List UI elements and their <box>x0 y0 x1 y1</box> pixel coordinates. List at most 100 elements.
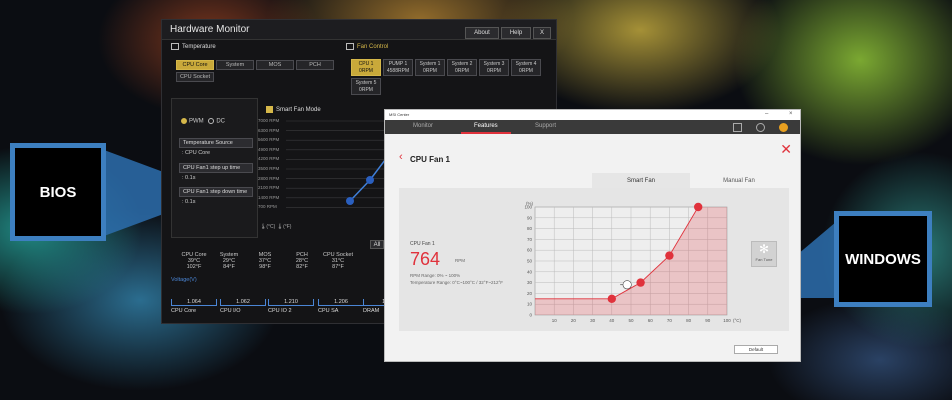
chart-y-tick: 50 <box>527 259 533 264</box>
fan-button-rpm: 0RPM <box>359 68 373 74</box>
sensor-cpu-socket[interactable]: CPU Socket <box>176 72 214 82</box>
chart-y-axis-label: (%) <box>526 201 533 206</box>
windows-label: WINDOWS <box>834 211 932 307</box>
chart-y-tick: 60 <box>527 248 533 253</box>
step-up-button[interactable]: CPU Fan1 step up time <box>179 163 253 173</box>
pwm-label: PWM <box>189 118 204 125</box>
user-avatar-icon[interactable] <box>779 123 788 132</box>
fan-button[interactable]: CPU 1 0RPM <box>351 59 381 76</box>
close-page-icon[interactable]: ✕ <box>780 141 792 158</box>
chart-x-tick: 40 <box>609 318 615 323</box>
nav-monitor[interactable]: Monitor <box>413 123 433 129</box>
tab-smart-fan[interactable]: Smart Fan <box>592 173 690 188</box>
nav-features[interactable]: Features <box>474 123 498 129</box>
reading-f: 87°F <box>332 264 344 270</box>
smart-fan-mode-option[interactable]: Smart Fan Mode <box>266 106 321 113</box>
fan-button-name: PUMP 1 <box>388 61 408 67</box>
fan-icon: ✻ <box>758 242 770 256</box>
voltage-label: Voltage(V) <box>171 277 197 283</box>
sensor-mos[interactable]: MOS <box>256 60 294 70</box>
chart-x-tick: 60 <box>648 318 654 323</box>
fan-button[interactable]: System 1 0RPM <box>415 59 445 76</box>
range-info: RPM Range: 0% ~ 100% Temperature Range: … <box>410 272 503 286</box>
all-button[interactable]: All <box>370 240 384 249</box>
dc-label: DC <box>216 118 226 125</box>
reading-f: 82°F <box>296 264 308 270</box>
reading-f: 84°F <box>223 264 235 270</box>
chart-y-tick: 10 <box>527 302 533 307</box>
fan-button-rpm: 0RPM <box>455 68 469 74</box>
fan-button[interactable]: System 4 0RPM <box>511 59 541 76</box>
chart-x-tick: 20 <box>571 318 577 323</box>
close-window-icon[interactable]: × <box>789 111 793 117</box>
chart-x-tick: 30 <box>590 318 596 323</box>
chart-y-tick: 30 <box>527 280 533 285</box>
temperature-range: Temperature Range: 0°C~100°C / 32°F~212°… <box>410 280 503 285</box>
temperature-reading: MOS 37°C 98°F <box>249 252 281 270</box>
sensor-cpu-core[interactable]: CPU Core <box>176 60 214 70</box>
graph-unit-toggle[interactable]: 🌡(°C) 🌡(°F) <box>260 224 291 230</box>
chart-control-point[interactable] <box>694 202 703 212</box>
bios-curve-point[interactable] <box>366 176 374 184</box>
msi-center-window: MSI Center – × Monitor Features Support … <box>384 109 801 362</box>
temperature-reading: System 29°C 84°F <box>213 252 245 270</box>
chart-x-tick: 50 <box>628 318 634 323</box>
bios-curve-point[interactable] <box>346 197 354 205</box>
bios-fan-curve-svg <box>286 120 388 208</box>
minimize-icon[interactable]: – <box>765 111 768 117</box>
step-down-button[interactable]: CPU Fan1 step down time <box>179 187 253 197</box>
default-button[interactable]: Default <box>734 345 778 354</box>
msi-titlebar: MSI Center – × <box>385 110 800 120</box>
back-chevron-icon[interactable]: ‹ <box>399 151 403 163</box>
sensor-system[interactable]: System <box>216 60 254 70</box>
voltage-reading: 1.206 CPU SA <box>318 299 364 314</box>
grid-icon[interactable] <box>733 123 742 132</box>
voltage-reading: 1.062 CPU I/O <box>220 299 266 314</box>
tab-manual-fan[interactable]: Manual Fan <box>690 173 788 188</box>
chart-control-point[interactable] <box>607 294 616 303</box>
temperature-source-button[interactable]: Temperature Source <box>179 138 253 148</box>
step-down-setting: CPU Fan1 step down time : 0.1s <box>179 187 253 207</box>
dc-radio[interactable] <box>208 118 215 124</box>
step-down-value: : 0.1s <box>182 199 196 205</box>
fan-button-name: System 4 <box>515 61 537 67</box>
chart-y-tick: 90 <box>527 215 533 220</box>
help-button[interactable]: Help <box>501 27 531 39</box>
fan-curve-chart: 10 20 30 40 50 60 70 80 90 100 0 10 20 30 40 50 60 70 80 90… <box>524 201 741 323</box>
about-button[interactable]: About <box>465 27 499 39</box>
fan-button[interactable]: System 3 0RPM <box>479 59 509 76</box>
reading-f: 98°F <box>259 264 271 270</box>
chart-control-point[interactable] <box>636 278 645 287</box>
chart-y-tick: 0 <box>529 313 532 318</box>
voltage-name: CPU IO 2 <box>268 308 292 314</box>
fan-button-rpm: 4588RPM <box>386 68 410 74</box>
voltage-reading: 1.210 CPU IO 2 <box>268 299 314 314</box>
fan-button-name: CPU 1 <box>358 61 374 67</box>
close-button[interactable]: X <box>533 27 551 39</box>
fan-button[interactable]: System 2 0RPM <box>447 59 477 76</box>
chart-x-tick: 10 <box>552 318 558 323</box>
windows-connector <box>800 222 836 298</box>
chart-control-point[interactable] <box>665 251 674 260</box>
page-title: CPU Fan 1 <box>410 155 451 164</box>
temperature-source-setting: Temperature Source : CPU Core <box>179 138 253 158</box>
fan-button-rpm: 0RPM <box>487 68 501 74</box>
bios-connector <box>104 150 162 236</box>
fan-button[interactable]: PUMP 1 4588RPM <box>383 59 413 76</box>
pwm-radio[interactable] <box>181 118 187 124</box>
bios-titlebar: Hardware Monitor About Help X <box>162 20 556 40</box>
unit-celsius: (°C) <box>266 224 276 230</box>
fan-tune-button[interactable]: ✻ Fan Tune <box>751 241 777 267</box>
step-up-value: : 0.1s <box>182 175 196 181</box>
nav-support[interactable]: Support <box>535 123 556 129</box>
chart-x-tick: 80 <box>686 318 692 323</box>
smart-fan-checkbox[interactable] <box>266 106 273 113</box>
settings-gear-icon[interactable] <box>756 123 765 132</box>
temperature-section-label: Temperature <box>182 43 216 50</box>
fan-control-section-header: Fan Control <box>346 42 388 51</box>
chart-x-tick: 70 <box>667 318 673 323</box>
chart-x-tick: 100 <box>723 318 731 323</box>
app-name: MSI Center <box>389 112 410 117</box>
sensor-pch[interactable]: PCH <box>296 60 334 70</box>
fan-button[interactable]: System 5 0RPM <box>351 78 381 95</box>
